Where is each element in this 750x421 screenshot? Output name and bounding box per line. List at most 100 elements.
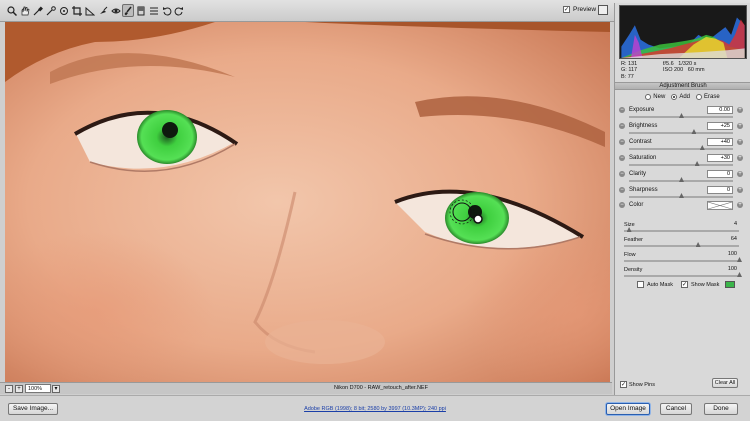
exposure-value-field[interactable] (707, 106, 733, 114)
saturation-minus-icon[interactable]: − (619, 155, 625, 161)
preferences-icon[interactable] (148, 4, 160, 17)
color-minus-icon[interactable]: − (619, 202, 625, 208)
flow-slider[interactable] (624, 257, 742, 262)
mode-erase-radio[interactable] (696, 94, 702, 100)
hand-icon[interactable] (19, 4, 31, 17)
sharpness-value-field[interactable] (707, 186, 733, 194)
density-slider[interactable] (624, 272, 742, 277)
mode-add-label: Add (679, 94, 690, 100)
feather-slider[interactable] (624, 242, 739, 247)
show-pins-toggle[interactable]: ✓ Show Pins (620, 381, 655, 388)
brightness-slider-thumb[interactable] (691, 129, 697, 134)
brightness-slider[interactable] (629, 129, 733, 134)
panel-title: Adjustment Brush (615, 82, 750, 90)
brush-mode-group: New Add Erase (615, 94, 750, 100)
mode-new[interactable]: New (645, 94, 665, 100)
clarity-minus-icon[interactable]: − (619, 171, 625, 177)
sharpness-minus-icon[interactable]: − (619, 187, 625, 193)
sharpness-slider[interactable] (629, 193, 733, 198)
feather-value[interactable]: 64 (713, 236, 737, 244)
crop-icon[interactable] (71, 4, 83, 17)
iso: ISO 200 (663, 67, 684, 74)
open-image-button[interactable]: Open Image (606, 403, 650, 415)
brightness-minus-icon[interactable]: − (619, 123, 625, 129)
size-slider[interactable] (624, 227, 739, 232)
preview-checkbox[interactable]: ✓ (563, 6, 570, 13)
exposure-slider[interactable] (629, 113, 733, 118)
rotate-right-icon[interactable] (173, 4, 185, 17)
density-value[interactable]: 100 (713, 266, 737, 274)
show-mask-checkbox[interactable]: ✓ (680, 281, 688, 288)
flow-value[interactable]: 100 (713, 251, 737, 259)
mode-new-label: New (653, 94, 666, 100)
cancel-button[interactable]: Cancel (660, 403, 692, 415)
mode-erase[interactable]: Erase (696, 94, 720, 100)
exposure-minus-icon[interactable]: − (619, 107, 625, 113)
fullscreen-icon[interactable] (598, 5, 608, 15)
preview-toggle[interactable]: ✓ Preview (563, 6, 596, 13)
brightness-value-field[interactable] (707, 122, 733, 130)
contrast-value-field[interactable] (707, 138, 733, 146)
image-canvas[interactable] (5, 22, 610, 382)
adjustment-brush-icon[interactable] (122, 4, 134, 17)
mask-color-swatch[interactable] (725, 281, 736, 288)
sharpness-plus-icon[interactable]: + (737, 187, 743, 193)
brightness-row: − Brightness + (615, 122, 750, 139)
feather-row: Feather 64 (615, 236, 750, 251)
saturation-slider[interactable] (629, 161, 733, 166)
clarity-label: Clarity (629, 171, 647, 177)
mode-erase-label: Erase (704, 94, 720, 100)
color-swatch[interactable] (707, 201, 733, 210)
graduated-filter-icon[interactable] (135, 4, 147, 17)
exposure-slider-thumb[interactable] (679, 113, 684, 118)
contrast-minus-icon[interactable]: − (619, 139, 625, 145)
size-value[interactable]: 4 (713, 221, 737, 229)
saturation-row: − Saturation + (615, 154, 750, 171)
filename-label: Nikon D700 - RAW_retouch_after.NEF (334, 385, 428, 391)
size-label: Size (624, 222, 635, 228)
mode-add-radio[interactable] (671, 94, 678, 100)
rotate-left-icon[interactable] (161, 4, 173, 17)
r-value: 131 (628, 61, 638, 67)
sharpness-slider-thumb[interactable] (679, 193, 684, 198)
show-pins-checkbox[interactable]: ✓ (620, 381, 627, 388)
clarity-slider-thumb[interactable] (679, 177, 684, 182)
color-row: − Color + (615, 201, 750, 218)
clarity-value-field[interactable] (707, 170, 733, 178)
auto-mask-label: Auto Mask (647, 281, 673, 288)
auto-mask-checkbox[interactable] (637, 281, 644, 288)
white-balance-icon[interactable] (32, 4, 44, 17)
flow-label: Flow (624, 252, 636, 258)
exposure-label: Exposure (629, 107, 655, 113)
brightness-plus-icon[interactable]: + (737, 123, 743, 129)
red-eye-icon[interactable] (110, 4, 122, 17)
saturation-slider-thumb[interactable] (694, 161, 700, 166)
density-slider-thumb[interactable] (737, 272, 742, 277)
clarity-slider[interactable] (629, 177, 733, 182)
straighten-icon[interactable] (84, 4, 96, 17)
saturation-plus-icon[interactable]: + (737, 155, 743, 161)
mode-add[interactable]: Add (671, 94, 690, 100)
readout: R: 131 G: 117 B: 77 f/5.6 1/320 s ISO 20… (619, 61, 747, 81)
zoom-icon[interactable] (6, 4, 18, 17)
contrast-slider-thumb[interactable] (699, 145, 705, 150)
color-sampler-icon[interactable] (45, 4, 57, 17)
saturation-value-field[interactable] (707, 154, 733, 162)
show-mask-label: Show Mask (690, 281, 720, 288)
contrast-label: Contrast (629, 139, 652, 145)
exposure-plus-icon[interactable]: + (737, 107, 743, 113)
feather-slider-thumb[interactable] (695, 242, 701, 247)
done-button[interactable]: Done (704, 403, 738, 415)
color-plus-icon[interactable]: + (737, 202, 743, 208)
clear-all-button[interactable]: Clear All (712, 378, 738, 388)
contrast-slider[interactable] (629, 145, 733, 150)
clarity-plus-icon[interactable]: + (737, 171, 743, 177)
contrast-plus-icon[interactable]: + (737, 139, 743, 145)
mode-new-radio[interactable] (645, 94, 652, 100)
flow-slider-thumb[interactable] (737, 257, 742, 262)
brightness-label: Brightness (629, 123, 658, 129)
size-row: Size 4 (615, 221, 750, 236)
target-adjustment-icon[interactable] (58, 4, 70, 17)
spot-removal-icon[interactable] (97, 4, 109, 17)
mask-options: Auto Mask ✓ Show Mask (637, 281, 736, 288)
